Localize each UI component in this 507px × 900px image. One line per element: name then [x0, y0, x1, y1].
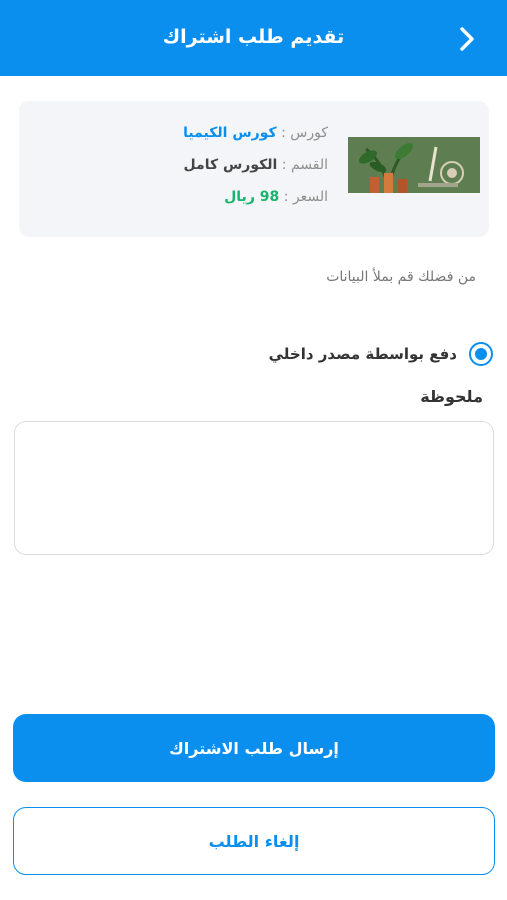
section-key: القسم :: [281, 157, 328, 173]
chevron-right-icon: [460, 27, 474, 51]
form-prompt: من فضلك قم بملأ البيانات: [326, 269, 476, 285]
section-value: الكورس كامل: [183, 157, 278, 173]
payment-option[interactable]: دفع بواسطة مصدر داخلي: [269, 339, 493, 369]
note-label: ملحوظة: [420, 387, 483, 406]
section-row: القسم : الكورس كامل: [184, 157, 328, 173]
submit-request-button[interactable]: إرسال طلب الاشتراك: [13, 714, 495, 782]
course-thumbnail: [348, 137, 480, 193]
radio-selected-dot: [475, 348, 487, 360]
cancel-request-button[interactable]: إلغاء الطلب: [13, 807, 495, 875]
price-row: السعر : 98 ريال: [224, 189, 328, 205]
radio-button[interactable]: [469, 342, 493, 366]
back-button[interactable]: [453, 22, 483, 56]
course-card: كورس : كورس الكيميا القسم : الكورس كامل …: [19, 101, 489, 237]
app-header: تقديم طلب اشتراك: [0, 0, 507, 76]
course-value: كورس الكيميا: [183, 125, 277, 141]
course-key: كورس :: [281, 125, 328, 141]
payment-option-label: دفع بواسطة مصدر داخلي: [268, 345, 457, 363]
note-textarea[interactable]: [14, 421, 494, 555]
course-row: كورس : كورس الكيميا: [183, 125, 328, 141]
price-key: السعر :: [283, 189, 328, 205]
page-title: تقديم طلب اشتراك: [162, 26, 345, 48]
price-value: 98 ريال: [224, 189, 280, 205]
